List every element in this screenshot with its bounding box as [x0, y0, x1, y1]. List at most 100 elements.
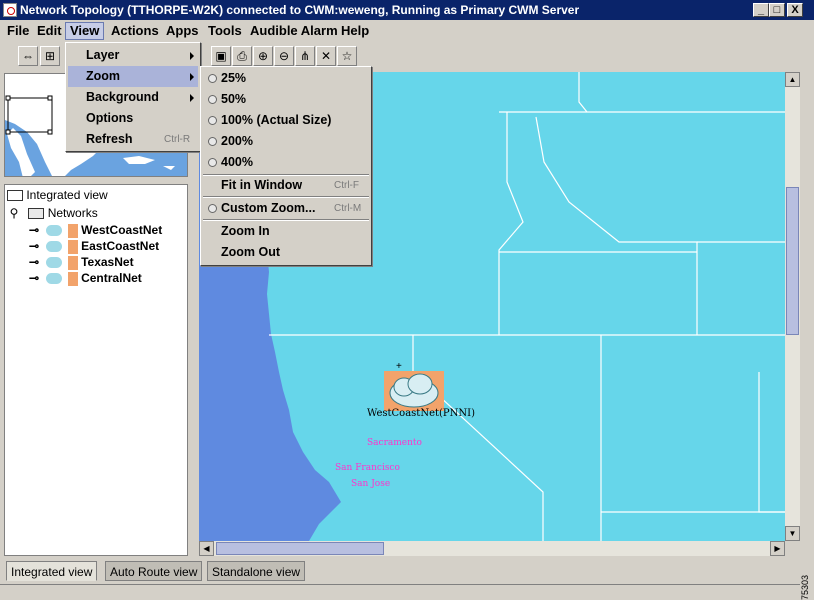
- view-menu-options[interactable]: Options: [68, 108, 198, 129]
- view-menu-zoom[interactable]: Zoom: [68, 66, 198, 87]
- zoom-fit-in-window[interactable]: Fit in Window Ctrl-F: [203, 175, 369, 196]
- zoom-out[interactable]: Zoom Out: [203, 242, 369, 263]
- menu-file[interactable]: File: [3, 22, 33, 40]
- menu-item-label: Layer: [86, 48, 120, 62]
- cloud-icon: [389, 373, 439, 408]
- tree-item-centralnet[interactable]: ⊸ CentralNet: [29, 270, 142, 286]
- layout-icon[interactable]: ⋔: [295, 46, 315, 66]
- cloud-icon: [46, 225, 63, 237]
- scroll-up-icon[interactable]: ▲: [785, 72, 800, 87]
- accelerator-label: Ctrl-F: [334, 180, 359, 191]
- hierarchy-icon[interactable]: ⊞: [40, 46, 60, 66]
- menu-help[interactable]: Help: [337, 22, 373, 40]
- radio-icon: [208, 137, 217, 146]
- radio-icon: [208, 158, 217, 167]
- tree-item-label: WestCoastNet: [81, 223, 163, 237]
- network-icon[interactable]: ⇔: [18, 46, 38, 66]
- menu-item-label: 50%: [221, 92, 247, 106]
- zoom-100[interactable]: 100% (Actual Size): [203, 110, 369, 131]
- expand-toggle-icon[interactable]: ⊸: [29, 271, 39, 285]
- menu-tools[interactable]: Tools: [204, 22, 246, 40]
- zoom-25[interactable]: 25%: [203, 68, 369, 89]
- tree-group-label: Networks: [47, 206, 98, 220]
- tab-standalone-view[interactable]: Standalone view: [207, 561, 306, 581]
- menu-edit[interactable]: Edit: [33, 22, 66, 40]
- menu-view[interactable]: View: [65, 22, 105, 40]
- menu-actions[interactable]: Actions: [107, 22, 163, 40]
- fit-icon[interactable]: ✕: [316, 46, 336, 66]
- radio-icon: [208, 116, 217, 125]
- cloud-icon: [46, 273, 63, 285]
- radio-icon: [208, 95, 217, 104]
- minimize-button[interactable]: _: [753, 3, 769, 17]
- zoom-200[interactable]: 200%: [203, 131, 369, 152]
- save-icon[interactable]: ▣: [211, 46, 231, 66]
- menu-item-label: Refresh: [86, 132, 133, 146]
- tab-auto-route-view[interactable]: Auto Route view: [105, 561, 203, 581]
- zoom-submenu-popup: 25% 50% 100% (Actual Size) 200% 400% Fit…: [200, 66, 372, 266]
- zoom-in-icon[interactable]: ⊕: [253, 46, 273, 66]
- city-label-san-francisco[interactable]: San Francisco: [335, 463, 400, 473]
- network-node-westcoastnet[interactable]: [384, 371, 444, 411]
- expand-toggle-icon[interactable]: ⊸: [29, 223, 39, 237]
- menu-item-label: Zoom In: [221, 224, 270, 238]
- status-swatch: [67, 255, 78, 270]
- horizontal-scrollbar[interactable]: ◀ ▶: [199, 541, 785, 556]
- cloud-icon: [46, 257, 63, 269]
- zoom-in[interactable]: Zoom In: [203, 221, 369, 242]
- scroll-right-icon[interactable]: ▶: [770, 541, 785, 556]
- title-bar: Network Topology (TTHORPE-W2K) connected…: [0, 0, 814, 20]
- network-node-label: WestCoastNet(PNNI): [367, 408, 475, 419]
- menu-item-label: 100% (Actual Size): [221, 113, 332, 127]
- star-icon[interactable]: ☆: [337, 46, 357, 66]
- tree-networks[interactable]: ⚲ Networks: [9, 205, 98, 221]
- menu-item-label: Zoom: [86, 69, 121, 83]
- submenu-arrow-icon: [190, 94, 194, 102]
- app-icon: [3, 3, 17, 17]
- folder-icon: [7, 190, 23, 202]
- vertical-scrollbar[interactable]: ▲ ▼: [785, 72, 800, 541]
- view-menu-refresh[interactable]: Refresh Ctrl-R: [68, 129, 198, 150]
- city-label-san-jose[interactable]: San Jose: [351, 479, 390, 489]
- zoom-50[interactable]: 50%: [203, 89, 369, 110]
- menu-item-label: Custom Zoom...: [221, 201, 316, 215]
- tree-item-label: EastCoastNet: [81, 239, 160, 253]
- print-icon[interactable]: ⎙: [232, 46, 252, 66]
- zoom-custom[interactable]: Custom Zoom... Ctrl-M: [203, 198, 369, 219]
- expand-toggle-icon[interactable]: ⊸: [29, 255, 39, 269]
- view-menu-layer[interactable]: Layer: [68, 45, 198, 66]
- vertical-scroll-thumb[interactable]: [786, 187, 799, 335]
- tree-root-label: Integrated view: [26, 188, 108, 202]
- submenu-arrow-icon: [190, 73, 194, 81]
- zoom-out-icon[interactable]: ⊖: [274, 46, 294, 66]
- tree-root[interactable]: Integrated view: [7, 187, 108, 203]
- tab-integrated-view[interactable]: Integrated view: [6, 561, 98, 581]
- city-label-sacramento[interactable]: Sacramento: [367, 438, 422, 448]
- menu-item-label: 200%: [221, 134, 253, 148]
- expand-toggle-icon[interactable]: ⊸: [29, 239, 39, 253]
- view-menu-background[interactable]: Background: [68, 87, 198, 108]
- figure-id: 75303: [800, 574, 810, 600]
- menu-apps[interactable]: Apps: [162, 22, 203, 40]
- close-button[interactable]: X: [787, 3, 803, 17]
- radio-icon: [208, 204, 217, 213]
- horizontal-scroll-thumb[interactable]: [216, 542, 384, 555]
- status-swatch: [67, 239, 78, 254]
- scroll-left-icon[interactable]: ◀: [199, 541, 214, 556]
- zoom-400[interactable]: 400%: [203, 152, 369, 173]
- menu-bar: File Edit View Actions Apps Tools Audibl…: [0, 20, 814, 42]
- tree-item-eastcoastnet[interactable]: ⊸ EastCoastNet: [29, 238, 159, 254]
- menu-item-label: Zoom Out: [221, 245, 281, 259]
- maximize-button[interactable]: □: [769, 3, 785, 17]
- status-swatch: [67, 223, 78, 238]
- submenu-arrow-icon: [190, 52, 194, 60]
- status-bar: [0, 584, 800, 600]
- tree-item-label: TexasNet: [81, 255, 134, 269]
- accelerator-label: Ctrl-M: [334, 203, 362, 214]
- tree-item-texasnet[interactable]: ⊸ TexasNet: [29, 254, 134, 270]
- scroll-down-icon[interactable]: ▼: [785, 526, 800, 541]
- tree-item-westcoastnet[interactable]: ⊸ WestCoastNet: [29, 222, 162, 238]
- expand-toggle-icon[interactable]: ⚲: [9, 205, 19, 221]
- menu-item-label: Fit in Window: [221, 178, 303, 192]
- menu-audible-alarm[interactable]: Audible Alarm: [246, 22, 342, 40]
